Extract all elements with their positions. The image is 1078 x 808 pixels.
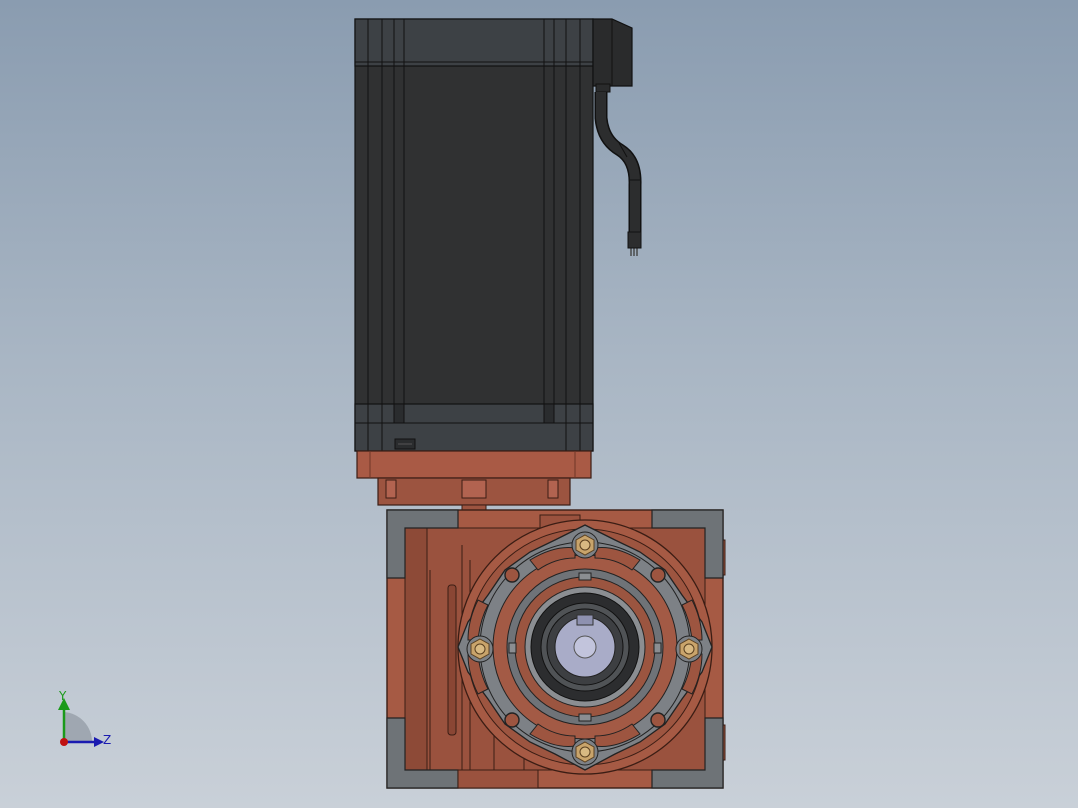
bolt-right bbox=[675, 635, 703, 663]
triad-origin-icon bbox=[60, 738, 68, 746]
output-flange[interactable] bbox=[457, 519, 713, 775]
shaft-keyway bbox=[576, 614, 594, 626]
z-axis-label: Z bbox=[103, 733, 111, 747]
bolt-top bbox=[571, 531, 599, 559]
bolt-left bbox=[466, 635, 494, 663]
stepper-motor[interactable] bbox=[354, 18, 594, 452]
motor-body bbox=[354, 18, 594, 452]
model-view[interactable]: Y Z bbox=[0, 0, 1078, 808]
motor-top-endcap bbox=[354, 18, 594, 67]
cad-viewport[interactable]: Y Z bbox=[0, 0, 1078, 808]
motor-bottom-endcap bbox=[354, 403, 594, 452]
reference-triad: Y Z bbox=[58, 689, 111, 747]
bolt-bottom bbox=[571, 738, 599, 766]
y-axis-label: Y bbox=[58, 689, 67, 703]
triad-plane-icon bbox=[64, 712, 93, 742]
motor-cable[interactable] bbox=[592, 18, 642, 256]
